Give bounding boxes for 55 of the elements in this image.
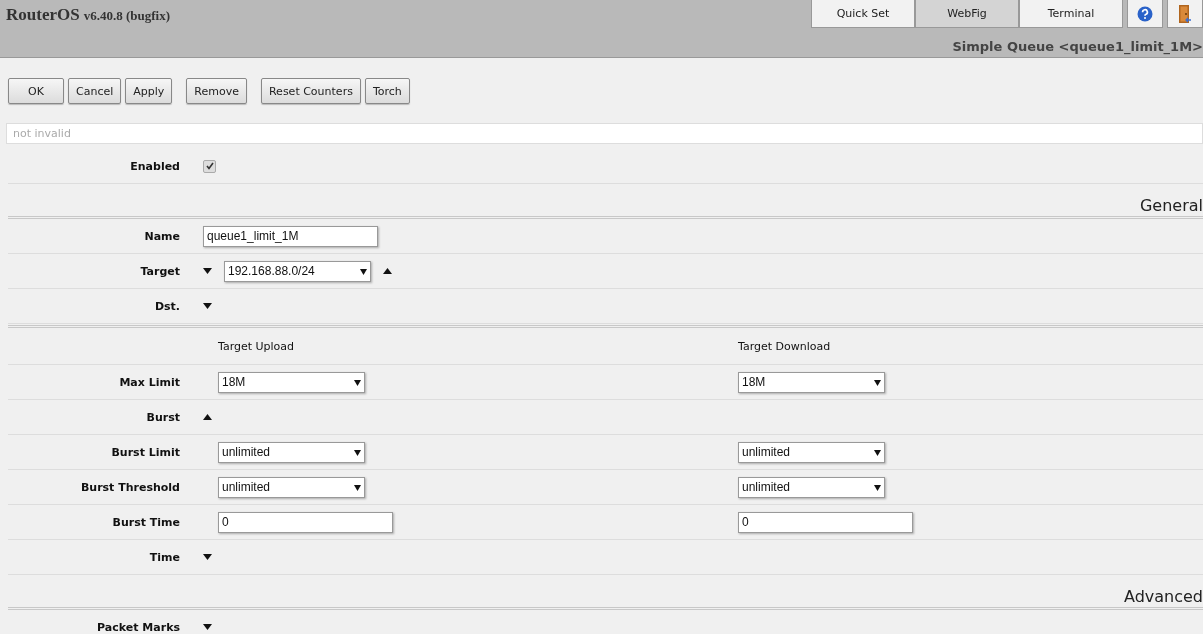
- field-label: Burst: [145, 410, 180, 424]
- page-title: Simple Queue <queue1_limit_1M>: [951, 38, 1203, 54]
- help-icon: [1137, 5, 1153, 22]
- column-header: Target Download: [738, 339, 831, 353]
- action-button[interactable]: Cancel: [68, 78, 122, 104]
- target-dropdown[interactable]: 192.168.88.0/24: [224, 260, 371, 282]
- door-icon: [1178, 4, 1192, 23]
- dropdown-arrow-icon[interactable]: [354, 378, 361, 386]
- expand-arrow-icon[interactable]: [203, 303, 212, 309]
- action-button[interactable]: Reset Counters: [260, 78, 361, 104]
- nav-tab[interactable]: Quick Set: [811, 0, 915, 28]
- nav-tab[interactable]: WebFig: [915, 0, 1019, 28]
- collapse-arrow-icon[interactable]: [203, 414, 212, 420]
- section-title: Advanced: [1123, 587, 1203, 606]
- dropdown[interactable]: 18M: [218, 371, 365, 393]
- action-button[interactable]: Remove: [186, 78, 247, 104]
- dropdown[interactable]: unlimited: [218, 476, 365, 498]
- field-label: Packet Marks: [96, 620, 180, 634]
- dropdown-arrow-icon[interactable]: [360, 267, 367, 275]
- column-header: Target Upload: [218, 339, 295, 353]
- action-button[interactable]: OK: [8, 78, 64, 104]
- product-title: RouterOS v6.40.8 (bugfix): [5, 4, 170, 25]
- enabled-checkbox[interactable]: [203, 159, 216, 173]
- field-label: Dst.: [153, 299, 180, 313]
- dropdown[interactable]: 18M: [738, 371, 885, 393]
- field-label: Target: [139, 264, 180, 278]
- field-label: Time: [148, 550, 180, 564]
- field-label: Burst Limit: [110, 445, 180, 459]
- dropdown-arrow-icon[interactable]: [874, 483, 881, 491]
- field-label: Burst Time: [111, 515, 180, 529]
- section-title: General: [1139, 196, 1203, 215]
- dropdown-arrow-icon[interactable]: [354, 448, 361, 456]
- nav-tab[interactable]: Terminal: [1019, 0, 1123, 28]
- logout-button[interactable]: [1167, 0, 1203, 28]
- expand-arrow-icon[interactable]: [203, 624, 212, 630]
- field-label: Burst Threshold: [79, 480, 180, 494]
- field-label: Name: [143, 229, 180, 243]
- text-field[interactable]: 0: [738, 511, 913, 533]
- expand-arrow-icon[interactable]: [203, 268, 212, 274]
- dropdown-arrow-icon[interactable]: [874, 378, 881, 386]
- status-field: not invalid: [6, 123, 1203, 144]
- dropdown[interactable]: unlimited: [738, 476, 885, 498]
- text-field[interactable]: 0: [218, 511, 393, 533]
- help-button[interactable]: [1127, 0, 1163, 28]
- action-button[interactable]: Torch: [364, 78, 410, 104]
- dropdown[interactable]: unlimited: [738, 441, 885, 463]
- name-field[interactable]: queue1_limit_1M: [203, 225, 378, 247]
- field-label: Max Limit: [118, 375, 180, 389]
- dropdown-arrow-icon[interactable]: [874, 448, 881, 456]
- action-button[interactable]: Apply: [125, 78, 173, 104]
- expand-arrow-icon[interactable]: [203, 554, 212, 560]
- dropdown[interactable]: unlimited: [218, 441, 365, 463]
- dropdown-arrow-icon[interactable]: [354, 483, 361, 491]
- remove-arrow-icon[interactable]: [383, 268, 392, 274]
- field-label: Enabled: [129, 159, 180, 173]
